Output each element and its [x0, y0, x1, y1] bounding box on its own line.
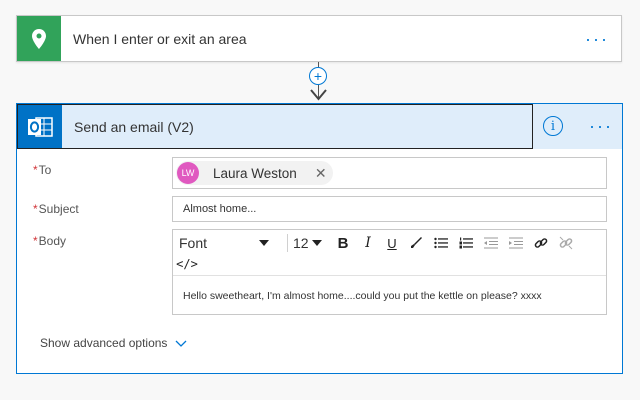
outlook-icon — [18, 105, 62, 148]
toolbar-divider — [287, 234, 288, 252]
arrow-down-icon — [310, 89, 327, 101]
action-more-button[interactable]: ··· — [589, 117, 613, 135]
action-header-title-area[interactable]: Send an email (V2) — [17, 104, 533, 149]
indent-icon — [509, 237, 523, 249]
avatar: LW — [177, 162, 199, 184]
bulleted-list-button[interactable] — [431, 233, 451, 253]
editor-toolbar: Font 12 B I U </> — [173, 230, 606, 276]
paintbrush-icon — [411, 237, 422, 248]
body-editor: Font 12 B I U </> Hello sweetheart, I'm … — [172, 229, 607, 315]
font-size-value: 12 — [293, 235, 309, 251]
trigger-more-button[interactable]: ··· — [585, 30, 609, 48]
unlink-icon — [559, 236, 573, 250]
chevron-down-icon — [175, 340, 187, 347]
outdent-button[interactable] — [481, 233, 501, 253]
required-mark: * — [33, 234, 38, 248]
recipient-name: Laura Weston — [213, 165, 297, 181]
action-card: Send an email (V2) i ··· *To LW Laura We… — [16, 103, 623, 374]
plus-icon: + — [313, 68, 323, 84]
show-advanced-options-link[interactable]: Show advanced options — [40, 336, 187, 350]
font-size-dropdown[interactable]: 12 — [293, 234, 329, 252]
recipient-chip[interactable]: LW Laura Weston ✕ — [176, 161, 333, 185]
outdent-icon — [484, 237, 498, 249]
action-title: Send an email (V2) — [74, 118, 194, 135]
subject-input[interactable]: Almost home... — [172, 196, 607, 222]
to-label-text: To — [38, 163, 52, 177]
underline-button[interactable]: U — [382, 233, 402, 253]
info-icon-label: i — [550, 118, 556, 134]
trigger-card[interactable]: When I enter or exit an area ··· — [16, 15, 622, 62]
font-dropdown-value: Font — [179, 235, 208, 251]
insert-link-button[interactable] — [531, 233, 551, 253]
required-mark: * — [33, 202, 38, 216]
subject-label-text: Subject — [38, 202, 79, 216]
caret-down-icon — [259, 240, 270, 246]
subject-label: *Subject — [33, 202, 79, 216]
bulleted-list-icon — [434, 237, 448, 249]
body-label-text: Body — [38, 234, 67, 248]
trigger-title: When I enter or exit an area — [73, 30, 247, 47]
code-view-button[interactable]: </> — [176, 254, 198, 274]
link-icon — [534, 238, 548, 248]
indent-button[interactable] — [506, 233, 526, 253]
required-mark: * — [33, 163, 38, 177]
body-label: *Body — [33, 234, 66, 248]
numbered-list-icon — [459, 237, 473, 249]
bold-button[interactable]: B — [333, 233, 353, 253]
to-label: *To — [33, 163, 51, 177]
action-header: Send an email (V2) i ··· — [17, 104, 622, 149]
remove-link-button[interactable] — [556, 233, 576, 253]
info-icon[interactable]: i — [543, 116, 563, 136]
location-pin-icon — [17, 16, 61, 61]
caret-down-icon — [311, 240, 322, 246]
to-field[interactable]: LW Laura Weston ✕ — [172, 157, 607, 189]
advanced-label: Show advanced options — [40, 336, 168, 350]
italic-button[interactable]: I — [358, 233, 378, 253]
numbered-list-button[interactable] — [456, 233, 476, 253]
highlight-button[interactable] — [406, 233, 426, 253]
add-step-button[interactable]: + — [309, 67, 327, 85]
remove-recipient-icon[interactable]: ✕ — [315, 165, 327, 182]
font-dropdown[interactable]: Font — [179, 234, 283, 252]
body-text[interactable]: Hello sweetheart, I'm almost home....cou… — [183, 290, 542, 302]
